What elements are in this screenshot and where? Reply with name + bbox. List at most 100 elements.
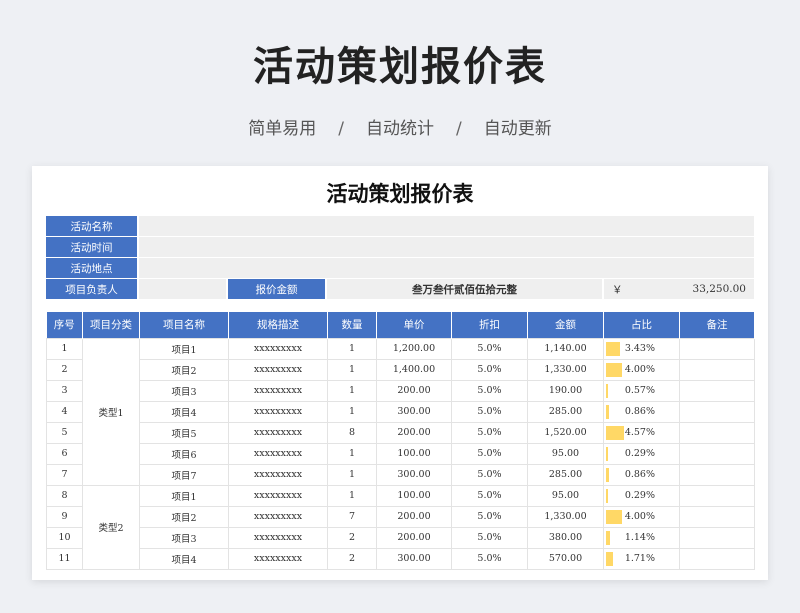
item-spec[interactable]: xxxxxxxxx <box>228 421 328 444</box>
item-spec[interactable]: xxxxxxxxx <box>228 358 328 381</box>
item-note[interactable] <box>679 442 755 465</box>
item-discount[interactable]: 5.0% <box>451 421 528 444</box>
item-spec[interactable]: xxxxxxxxx <box>228 547 328 570</box>
table-row[interactable]: 4 项目4 xxxxxxxxx 1 300.00 5.0% 285.00 0.86% <box>46 400 755 423</box>
table-row[interactable]: 10 项目3 xxxxxxxxx 2 200.00 5.0% 380.00 1.14% <box>46 526 755 549</box>
item-discount[interactable]: 5.0% <box>451 463 528 486</box>
row-no[interactable]: 9 <box>46 505 83 528</box>
activity-place-field[interactable] <box>139 258 754 278</box>
row-no[interactable]: 3 <box>46 379 83 402</box>
category-cell[interactable]: 类型1 <box>82 337 140 486</box>
item-amount[interactable]: 570.00 <box>527 547 604 570</box>
item-name[interactable]: 项目3 <box>139 379 229 402</box>
table-row[interactable]: 6 项目6 xxxxxxxxx 1 100.00 5.0% 95.00 0.29% <box>46 442 755 465</box>
row-no[interactable]: 4 <box>46 400 83 423</box>
item-qty[interactable]: 1 <box>327 442 377 465</box>
item-amount[interactable]: 95.00 <box>527 442 604 465</box>
item-spec[interactable]: xxxxxxxxx <box>228 463 328 486</box>
row-no[interactable]: 8 <box>46 484 83 507</box>
item-price[interactable]: 300.00 <box>376 463 452 486</box>
item-discount[interactable]: 5.0% <box>451 358 528 381</box>
item-price[interactable]: 1,400.00 <box>376 358 452 381</box>
item-qty[interactable]: 1 <box>327 379 377 402</box>
item-spec[interactable]: xxxxxxxxx <box>228 337 328 360</box>
share-cell[interactable]: 3.43% <box>603 337 680 360</box>
item-amount[interactable]: 1,140.00 <box>527 337 604 360</box>
share-cell[interactable]: 0.57% <box>603 379 680 402</box>
table-row[interactable]: 8 类型2 项目1 xxxxxxxxx 1 100.00 5.0% 95.00 0.29% <box>46 484 755 570</box>
row-no[interactable]: 6 <box>46 442 83 465</box>
item-discount[interactable]: 5.0% <box>451 547 528 570</box>
item-note[interactable] <box>679 547 755 570</box>
manager-field[interactable] <box>139 279 226 299</box>
item-price[interactable]: 1,200.00 <box>376 337 452 360</box>
table-row[interactable]: 1 类型1 项目1 xxxxxxxxx 1 1,200.00 5.0% 1,140.00 3.4… <box>46 337 755 486</box>
item-note[interactable] <box>679 421 755 444</box>
item-qty[interactable]: 1 <box>327 337 377 360</box>
share-cell[interactable]: 4.00% <box>603 358 680 381</box>
item-amount[interactable]: 285.00 <box>527 400 604 423</box>
item-note[interactable] <box>679 400 755 423</box>
item-note[interactable] <box>679 337 755 360</box>
share-cell[interactable]: 0.86% <box>603 400 680 423</box>
row-no[interactable]: 10 <box>46 526 83 549</box>
item-discount[interactable]: 5.0% <box>451 337 528 360</box>
item-qty[interactable]: 7 <box>327 505 377 528</box>
item-note[interactable] <box>679 463 755 486</box>
share-cell[interactable]: 4.00% <box>603 505 680 528</box>
item-discount[interactable]: 5.0% <box>451 526 528 549</box>
table-row[interactable]: 5 项目5 xxxxxxxxx 8 200.00 5.0% 1,520.00 4.57% <box>46 421 755 444</box>
item-spec[interactable]: xxxxxxxxx <box>228 400 328 423</box>
row-no[interactable]: 5 <box>46 421 83 444</box>
item-name[interactable]: 项目2 <box>139 505 229 528</box>
item-qty[interactable]: 1 <box>327 484 377 507</box>
row-no[interactable]: 1 <box>46 337 83 360</box>
category-cell[interactable]: 类型2 <box>82 484 140 570</box>
item-qty[interactable]: 1 <box>327 463 377 486</box>
item-amount[interactable]: 1,330.00 <box>527 505 604 528</box>
item-name[interactable]: 项目4 <box>139 400 229 423</box>
item-amount[interactable]: 190.00 <box>527 379 604 402</box>
item-qty[interactable]: 1 <box>327 400 377 423</box>
item-name[interactable]: 项目4 <box>139 547 229 570</box>
item-discount[interactable]: 5.0% <box>451 442 528 465</box>
item-name[interactable]: 项目6 <box>139 442 229 465</box>
share-cell[interactable]: 1.14% <box>603 526 680 549</box>
item-name[interactable]: 项目5 <box>139 421 229 444</box>
item-name[interactable]: 项目7 <box>139 463 229 486</box>
share-cell[interactable]: 1.71% <box>603 547 680 570</box>
item-discount[interactable]: 5.0% <box>451 484 528 507</box>
item-name[interactable]: 项目3 <box>139 526 229 549</box>
table-row[interactable]: 2 项目2 xxxxxxxxx 1 1,400.00 5.0% 1,330.00 4.00% <box>46 358 755 381</box>
activity-name-field[interactable] <box>139 216 754 236</box>
table-row[interactable]: 3 项目3 xxxxxxxxx 1 200.00 5.0% 190.00 0.57% <box>46 379 755 402</box>
share-cell[interactable]: 4.57% <box>603 421 680 444</box>
item-discount[interactable]: 5.0% <box>451 379 528 402</box>
item-note[interactable] <box>679 379 755 402</box>
item-discount[interactable]: 5.0% <box>451 400 528 423</box>
item-amount[interactable]: 1,330.00 <box>527 358 604 381</box>
item-price[interactable]: 100.00 <box>376 442 452 465</box>
item-price[interactable]: 200.00 <box>376 379 452 402</box>
item-qty[interactable]: 1 <box>327 358 377 381</box>
item-discount[interactable]: 5.0% <box>451 505 528 528</box>
item-note[interactable] <box>679 358 755 381</box>
item-price[interactable]: 300.00 <box>376 400 452 423</box>
row-no[interactable]: 11 <box>46 547 83 570</box>
row-no[interactable]: 7 <box>46 463 83 486</box>
item-amount[interactable]: 1,520.00 <box>527 421 604 444</box>
table-row[interactable]: 9 项目2 xxxxxxxxx 7 200.00 5.0% 1,330.00 4.00% <box>46 505 755 528</box>
share-cell[interactable]: 0.29% <box>603 484 680 507</box>
item-price[interactable]: 200.00 <box>376 505 452 528</box>
item-price[interactable]: 300.00 <box>376 547 452 570</box>
item-note[interactable] <box>679 526 755 549</box>
item-price[interactable]: 200.00 <box>376 526 452 549</box>
item-qty[interactable]: 2 <box>327 526 377 549</box>
table-row[interactable]: 7 项目7 xxxxxxxxx 1 300.00 5.0% 285.00 0.86% <box>46 463 755 486</box>
share-cell[interactable]: 0.29% <box>603 442 680 465</box>
activity-time-field[interactable] <box>139 237 754 257</box>
item-name[interactable]: 项目1 <box>139 484 229 507</box>
item-spec[interactable]: xxxxxxxxx <box>228 526 328 549</box>
item-spec[interactable]: xxxxxxxxx <box>228 484 328 507</box>
item-qty[interactable]: 2 <box>327 547 377 570</box>
